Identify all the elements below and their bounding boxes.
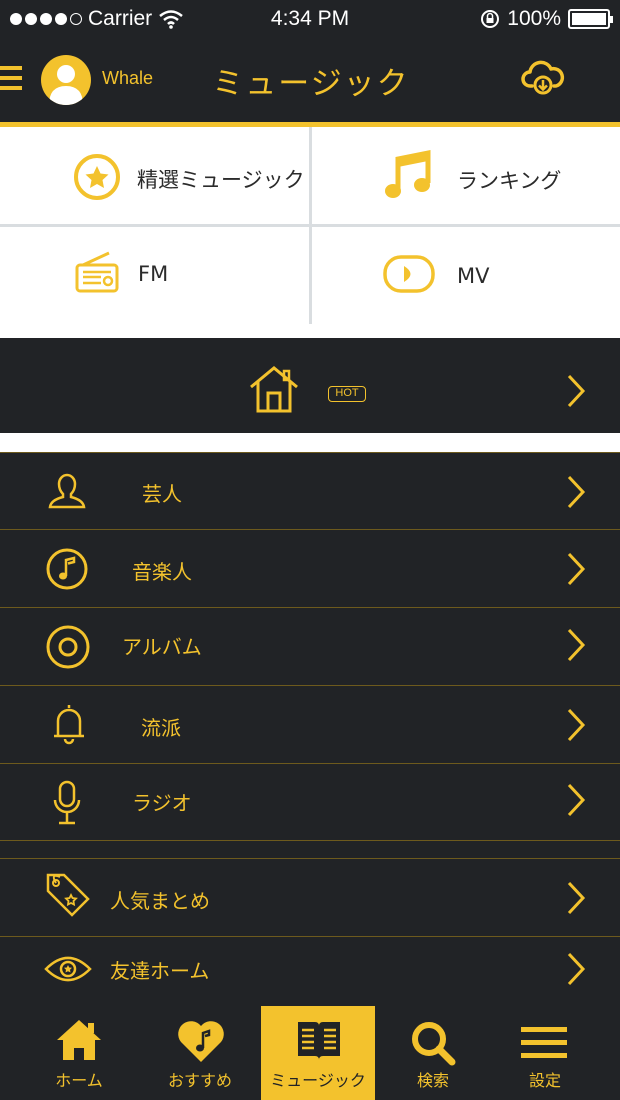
- disc-icon: [46, 625, 90, 669]
- music-circle-icon: [46, 548, 88, 590]
- tab-label: 設定: [528, 1071, 561, 1090]
- tab-label: ミュージック: [270, 1071, 366, 1090]
- tab-home[interactable]: ホーム: [20, 1006, 138, 1100]
- user-silhouette-icon: [49, 65, 83, 105]
- list-item-label: 友達ホーム: [110, 959, 210, 983]
- list-item-label: 芸人: [142, 482, 182, 506]
- star-circle-icon: [74, 154, 120, 200]
- list-item-label: 流派: [141, 716, 181, 740]
- chevron-right-icon: [567, 552, 586, 586]
- tab-music[interactable]: ミュージック: [261, 1006, 375, 1100]
- list-item-friends-home[interactable]: 友達ホーム: [0, 937, 620, 1006]
- list-item-artists[interactable]: 芸人: [0, 453, 620, 529]
- hot-banner[interactable]: [0, 338, 620, 433]
- search-icon: [412, 1022, 456, 1066]
- tab-label: ホーム: [55, 1071, 103, 1090]
- house-icon: [250, 366, 298, 413]
- radio-icon: [75, 251, 119, 293]
- tab-settings[interactable]: 設定: [490, 1006, 600, 1100]
- tag-icon: [46, 873, 90, 917]
- chevron-right-icon: [567, 783, 586, 817]
- eye-icon: [44, 956, 92, 982]
- status-bar: Carrier 4:34 PM 100%: [0, 0, 620, 40]
- hot-badge: HOT: [328, 386, 366, 402]
- grid-item-fm[interactable]: FM: [0, 227, 309, 325]
- list-item-label: ラジオ: [132, 791, 192, 815]
- bell-icon: [54, 705, 84, 745]
- list-item-label: アルバム: [122, 635, 202, 659]
- rotation-lock-icon: [481, 10, 500, 28]
- grid-item-label: 精選ミュージック: [137, 168, 305, 192]
- list-item-musicians[interactable]: 音楽人: [0, 530, 620, 607]
- chevron-right-icon: [567, 708, 586, 742]
- list-item-genres[interactable]: 流派: [0, 686, 620, 763]
- heart-note-icon: [178, 1021, 224, 1062]
- chevron-right-icon[interactable]: [566, 374, 586, 408]
- chevron-right-icon: [567, 475, 586, 509]
- music-note-icon: [385, 149, 431, 198]
- list-divider: [0, 840, 620, 841]
- list-item-label: 人気まとめ: [110, 889, 210, 913]
- grid-item-label: ランキング: [457, 169, 562, 193]
- battery-group: 100%: [480, 7, 613, 31]
- grid-item-mv[interactable]: MV: [312, 227, 620, 325]
- avatar[interactable]: [41, 55, 91, 105]
- list-item-popular[interactable]: 人気まとめ: [0, 859, 620, 936]
- microphone-icon: [53, 780, 81, 825]
- person-icon: [48, 473, 86, 509]
- list-item-label: 音楽人: [132, 560, 192, 584]
- grid-item-label: FM: [138, 262, 169, 286]
- hamburger-menu-icon[interactable]: [0, 64, 24, 92]
- chevron-right-icon: [567, 881, 586, 915]
- tab-search[interactable]: 検索: [378, 1006, 488, 1100]
- menu-icon: [521, 1027, 567, 1058]
- list-item-albums[interactable]: アルバム: [0, 608, 620, 685]
- grid-item-ranking[interactable]: ランキング: [312, 127, 620, 225]
- grid-item-featured-music[interactable]: 精選ミュージック: [0, 127, 309, 225]
- battery-label: 100%: [507, 7, 561, 30]
- home-icon: [57, 1020, 101, 1060]
- tab-recommended[interactable]: おすすめ: [142, 1006, 258, 1100]
- page-title: ミュージック: [212, 66, 410, 102]
- chevron-right-icon: [567, 628, 586, 662]
- list-item-radio[interactable]: ラジオ: [0, 764, 620, 840]
- tab-label: 検索: [416, 1071, 449, 1090]
- chevron-right-icon: [567, 952, 586, 986]
- book-icon: [298, 1022, 340, 1060]
- cloud-download-icon[interactable]: [521, 60, 565, 96]
- username[interactable]: Whale: [102, 68, 153, 89]
- battery-icon: [568, 9, 613, 29]
- video-play-icon: [383, 255, 435, 293]
- tab-label: おすすめ: [167, 1071, 232, 1090]
- grid-item-label: MV: [457, 264, 490, 288]
